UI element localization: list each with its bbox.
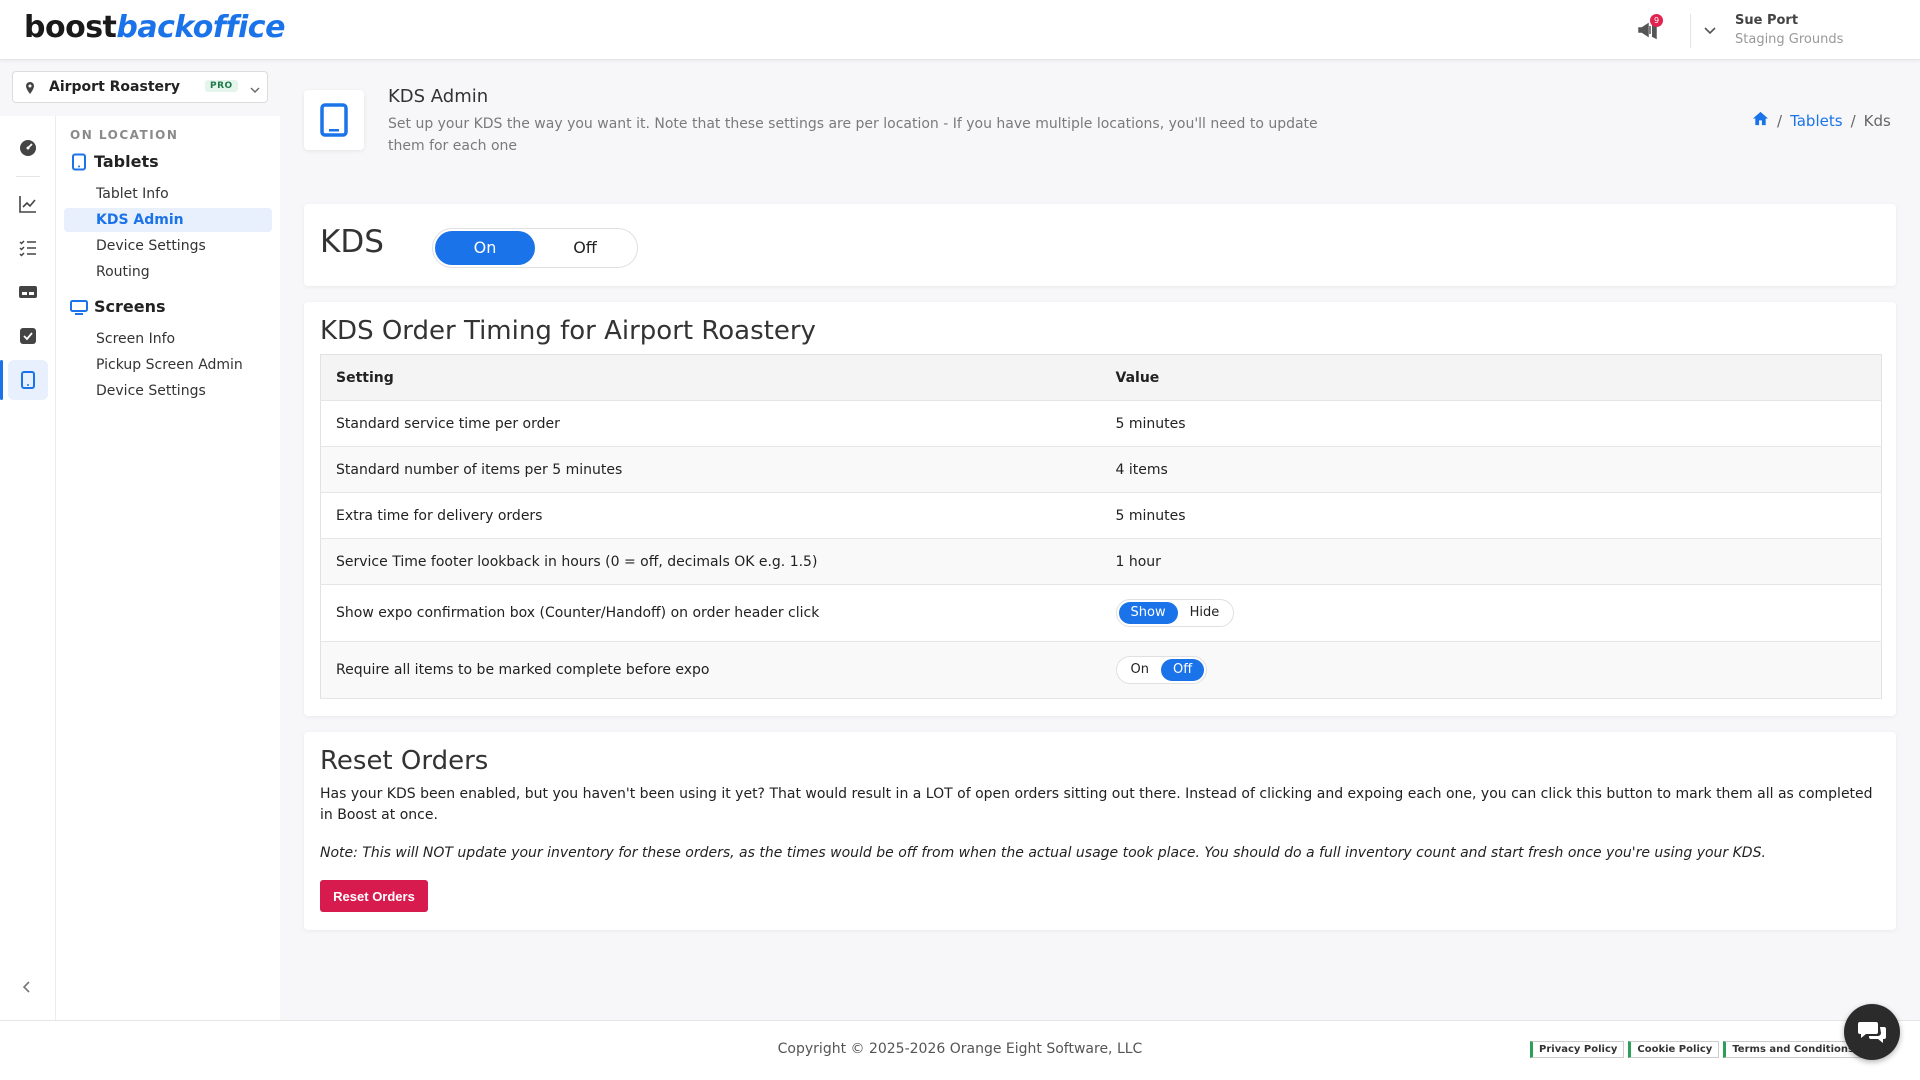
page-description: Set up your KDS the way you want it. Not… <box>388 116 1318 154</box>
brand-logo[interactable]: boostbackoffice <box>24 10 285 45</box>
tablet-icon[interactable] <box>8 360 48 400</box>
footer: Copyright © 2025-2026 Orange Eight Softw… <box>0 1020 1920 1080</box>
setting-cell: Extra time for delivery orders <box>320 492 1101 539</box>
chevron-down-icon[interactable] <box>1702 22 1718 38</box>
location-name: Airport Roastery <box>49 79 181 95</box>
checkbox-icon[interactable] <box>8 316 48 356</box>
location-selector[interactable]: Airport Roastery PRO <box>12 71 268 103</box>
map-pin-icon <box>23 80 37 94</box>
chart-line-icon[interactable] <box>8 184 48 224</box>
subnav-group-label: Screens <box>94 297 166 316</box>
reset-orders-text: Has your KDS been enabled, but you haven… <box>320 786 1873 823</box>
subnav-item-routing[interactable]: Routing <box>64 260 272 284</box>
value-cell: 1 hour <box>1100 538 1882 585</box>
kds-off-option[interactable]: Off <box>535 231 635 265</box>
top-bar: boostbackoffice 9 Sue Port Staging Groun… <box>0 0 1920 60</box>
value-cell: Show Hide <box>1100 584 1882 642</box>
sub-navigation: ON LOCATION Tablets Tablet Info KDS Admi… <box>56 116 280 1020</box>
rail-divider <box>16 176 40 177</box>
breadcrumb-current: Kds <box>1863 111 1891 130</box>
privacy-policy-link[interactable]: Privacy Policy <box>1530 1041 1625 1058</box>
breadcrumb-tablets[interactable]: Tablets <box>1790 112 1843 130</box>
dashboard-icon[interactable] <box>8 128 48 168</box>
order-timing-title: KDS Order Timing for Airport Roastery <box>320 316 816 346</box>
require-complete-toggle[interactable]: On Off <box>1115 656 1208 684</box>
notification-badge: 9 <box>1650 14 1663 27</box>
setting-cell: Require all items to be marked complete … <box>320 641 1101 699</box>
expo-confirmation-toggle[interactable]: Show Hide <box>1115 599 1235 627</box>
value-cell: 5 minutes <box>1100 492 1882 539</box>
subnav-item-pickup-screen-admin[interactable]: Pickup Screen Admin <box>64 353 272 377</box>
table-row[interactable]: Extra time for delivery orders 5 minutes <box>320 492 1882 539</box>
subnav-item-kds-admin[interactable]: KDS Admin <box>64 208 272 232</box>
table-row[interactable]: Standard service time per order 5 minute… <box>320 400 1882 447</box>
table-header-row: Setting Value <box>320 354 1882 401</box>
subnav-item-screen-info[interactable]: Screen Info <box>64 327 272 351</box>
kds-toggle-card: KDS On Off <box>304 204 1896 286</box>
breadcrumb: / Tablets / Kds <box>1752 110 1891 131</box>
page-tablet-icon <box>304 90 364 150</box>
subnav-item-device-settings[interactable]: Device Settings <box>64 234 272 258</box>
kds-toggle[interactable]: On Off <box>432 228 638 268</box>
value-cell: 5 minutes <box>1100 400 1882 447</box>
user-site: Staging Grounds <box>1735 32 1844 47</box>
breadcrumb-separator: / <box>1850 111 1856 130</box>
kds-label: KDS <box>320 224 384 260</box>
subnav-heading: ON LOCATION <box>70 128 179 142</box>
reset-orders-card: Reset Orders Has your KDS been enabled, … <box>304 732 1896 930</box>
column-header-setting: Setting <box>320 354 1101 401</box>
reset-orders-title: Reset Orders <box>320 746 489 776</box>
subnav-group-label: Tablets <box>94 152 159 171</box>
setting-cell: Standard number of items per 5 minutes <box>320 446 1101 493</box>
monitor-icon <box>70 299 88 315</box>
value-cell: 4 items <box>1100 446 1882 493</box>
setting-cell: Show expo confirmation box (Counter/Hand… <box>320 584 1101 642</box>
reset-orders-button[interactable]: Reset Orders <box>320 880 428 912</box>
table-row[interactable]: Standard number of items per 5 minutes 4… <box>320 446 1882 493</box>
order-timing-table: Setting Value Standard service time per … <box>320 354 1882 699</box>
require-complete-on-option[interactable]: On <box>1119 659 1161 681</box>
home-icon[interactable] <box>1752 110 1769 131</box>
chat-icon[interactable] <box>1844 1004 1900 1060</box>
subnav-group-tablets[interactable]: Tablets <box>70 152 159 171</box>
policy-links: Privacy Policy Cookie Policy Terms and C… <box>1530 1041 1861 1058</box>
subnav-item-tablet-info[interactable]: Tablet Info <box>64 182 272 206</box>
require-complete-off-option[interactable]: Off <box>1160 659 1205 681</box>
column-header-value: Value <box>1100 354 1882 401</box>
breadcrumb-separator: / <box>1777 111 1783 130</box>
subnav-item-screen-device-settings[interactable]: Device Settings <box>64 379 272 403</box>
setting-cell: Standard service time per order <box>320 400 1101 447</box>
user-name[interactable]: Sue Port <box>1735 13 1798 28</box>
rail-active-indicator <box>0 360 3 400</box>
setting-cell: Service Time footer lookback in hours (0… <box>320 538 1101 585</box>
kds-on-option[interactable]: On <box>435 231 535 265</box>
cookie-policy-link[interactable]: Cookie Policy <box>1628 1041 1720 1058</box>
expo-hide-option[interactable]: Hide <box>1178 602 1232 624</box>
expo-show-option[interactable]: Show <box>1118 602 1178 624</box>
tablet-icon <box>72 153 86 170</box>
icon-rail <box>0 116 56 1020</box>
megaphone-icon[interactable]: 9 <box>1636 14 1663 44</box>
pro-badge: PRO <box>205 80 238 92</box>
order-timing-card: KDS Order Timing for Airport Roastery Se… <box>304 302 1896 716</box>
reset-orders-note: Note: This will NOT update your inventor… <box>320 845 1766 861</box>
header-divider <box>1690 14 1691 48</box>
page-title: KDS Admin <box>388 86 489 107</box>
subnav-group-screens[interactable]: Screens <box>70 297 166 316</box>
collapse-sidebar-icon[interactable] <box>18 978 36 996</box>
card-icon[interactable] <box>8 272 48 312</box>
checklist-icon[interactable] <box>8 228 48 268</box>
table-row: Require all items to be marked complete … <box>320 641 1882 699</box>
chevron-down-icon <box>249 81 261 93</box>
value-cell: On Off <box>1100 641 1882 699</box>
terms-link[interactable]: Terms and Conditions <box>1723 1041 1861 1058</box>
table-row[interactable]: Service Time footer lookback in hours (0… <box>320 538 1882 585</box>
table-row: Show expo confirmation box (Counter/Hand… <box>320 584 1882 642</box>
